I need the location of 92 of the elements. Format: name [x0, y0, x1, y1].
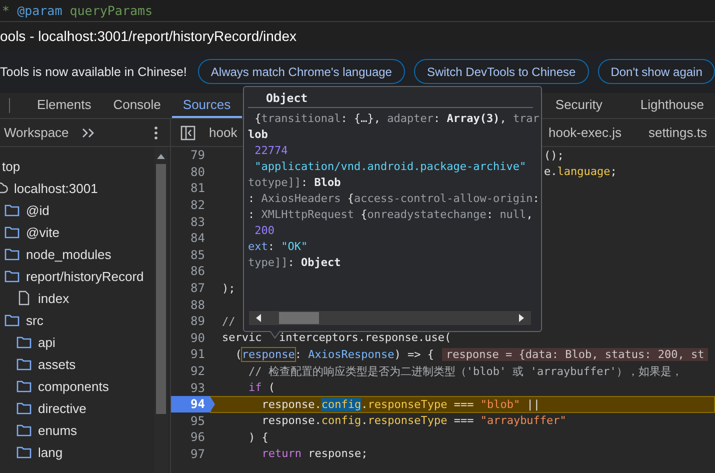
folder-icon: [16, 357, 32, 371]
line-number: 79: [190, 147, 206, 164]
file-tab[interactable]: hook-exec.js: [545, 119, 630, 146]
line-number: 85: [190, 246, 206, 264]
sidebar-toggle-icon[interactable]: [180, 124, 196, 140]
line-number: 89: [190, 313, 206, 330]
property-line: {transitional: {…}, adapter: Array(3), trar: [254, 111, 540, 127]
line-number: 82: [190, 197, 206, 214]
code-text: );: [221, 282, 236, 295]
file-icon: [16, 290, 32, 306]
infobar-button[interactable]: Switch DevTools to Chinese: [414, 59, 589, 84]
line-number: 95: [190, 412, 206, 430]
line-number: 97: [190, 446, 206, 462]
line-number: 81: [190, 180, 206, 197]
code-text: //: [221, 314, 236, 328]
tree-item[interactable]: enums: [16, 419, 154, 441]
tree-item[interactable]: api: [16, 331, 154, 353]
window-title: ools - localhost:3001/report/historyRecord/index: [0, 28, 296, 44]
tree-item[interactable]: assets: [16, 353, 154, 375]
code-text: response.config.responseType === "blob" ||: [210, 396, 715, 412]
sidebar-tab[interactable]: Workspace: [4, 125, 69, 140]
line-number: 87: [190, 280, 206, 296]
infobar-button[interactable]: Always match Chrome's language: [198, 59, 405, 84]
folder-icon: [16, 401, 32, 415]
folder-icon: [16, 379, 32, 393]
line-number: 88: [190, 296, 206, 313]
tree-item[interactable]: report/historyRecord: [4, 265, 154, 287]
line-number: 84: [190, 230, 206, 247]
tree-item[interactable]: top: [0, 155, 154, 177]
property-line: : AxiosHeaders {access-control-allow-origin:: [248, 191, 540, 207]
folder-icon: [4, 203, 20, 217]
tree-item[interactable]: index: [16, 287, 154, 309]
tree-item[interactable]: directive: [16, 397, 154, 419]
scrollbar[interactable]: [249, 311, 531, 325]
more-tabs-icon[interactable]: [80, 126, 95, 138]
line-number: 83: [190, 214, 206, 230]
panel-tab[interactable]: Elements: [26, 93, 102, 118]
property-line: lob: [248, 127, 269, 143]
code-text: ();: [544, 148, 564, 162]
line-number: 92: [190, 363, 206, 380]
panel-tab[interactable]: Security: [544, 93, 614, 118]
scroll-thumb[interactable]: [156, 164, 166, 414]
line-number: 93: [190, 380, 206, 396]
code-text: // 检查配置的响应类型是否为二进制类型（'blob' 或 'arraybuffer'），如果是，: [247, 364, 682, 379]
tree-item[interactable]: src: [4, 309, 154, 331]
property-line: 200: [254, 223, 276, 239]
menu-icon[interactable]: [154, 126, 158, 140]
tree-item[interactable]: node_modules: [4, 243, 154, 265]
infobar-button[interactable]: Don't show again: [598, 59, 715, 84]
tree-item[interactable]: localhost:3001: [0, 177, 154, 199]
property-line: totype]]: Blob: [248, 175, 342, 191]
property-line: : XMLHttpRequest {onreadystatechange: null,: [248, 207, 534, 223]
inline-value: response = {data: Blob, status: 200, st: [442, 348, 708, 361]
scroll-left-icon[interactable]: [255, 313, 261, 323]
scroll-thumb[interactable]: [279, 312, 319, 324]
property-line: "application/vnd.android.package-archive": [254, 159, 528, 175]
code-text: ) {: [247, 430, 268, 444]
code-text: e.language;: [544, 165, 617, 178]
property-line: 22774: [254, 143, 289, 159]
folder-icon: [4, 269, 20, 283]
code-text: interceptors.response.use(: [278, 331, 452, 344]
panel-tab[interactable]: Lighthouse: [629, 93, 715, 118]
property-line: ext: "OK": [248, 239, 309, 255]
folder-icon: [16, 423, 32, 437]
panel-tab[interactable]: Console: [102, 93, 172, 118]
popover-title: Object: [266, 91, 308, 105]
line-number: 91: [190, 346, 206, 363]
folder-icon: [4, 247, 20, 261]
tree-item[interactable]: @vite: [4, 221, 154, 243]
line-number: 86: [190, 263, 206, 280]
file-tab[interactable]: settings.ts: [645, 119, 715, 146]
scroll-up-icon[interactable]: [156, 153, 166, 159]
line-number: 80: [190, 164, 206, 180]
property-line: type]]: Object: [248, 255, 342, 271]
tree-item[interactable]: @id: [4, 199, 154, 221]
tree-item[interactable]: lang: [16, 441, 154, 463]
code-text: servic: [221, 331, 262, 344]
code-text: (response: AxiosResponse) => {: [234, 348, 434, 361]
scroll-right-icon[interactable]: [519, 313, 525, 323]
line-number: 96: [190, 429, 206, 446]
code-text: if (: [247, 381, 275, 394]
info-message: Tools is now available in Chinese!: [0, 64, 187, 78]
line-number: 90: [190, 330, 206, 346]
panel-tab[interactable]: Sources: [172, 93, 242, 118]
folder-icon: [4, 313, 20, 327]
folder-icon: [4, 225, 20, 239]
tree-item[interactable]: components: [16, 375, 154, 397]
code-text: return response;: [260, 447, 368, 460]
folder-icon: [16, 335, 32, 349]
file-tab[interactable]: hook: [206, 119, 246, 146]
code-text: response.config.responseType === "arraybuffer": [260, 414, 566, 428]
folder-icon: [16, 445, 32, 459]
